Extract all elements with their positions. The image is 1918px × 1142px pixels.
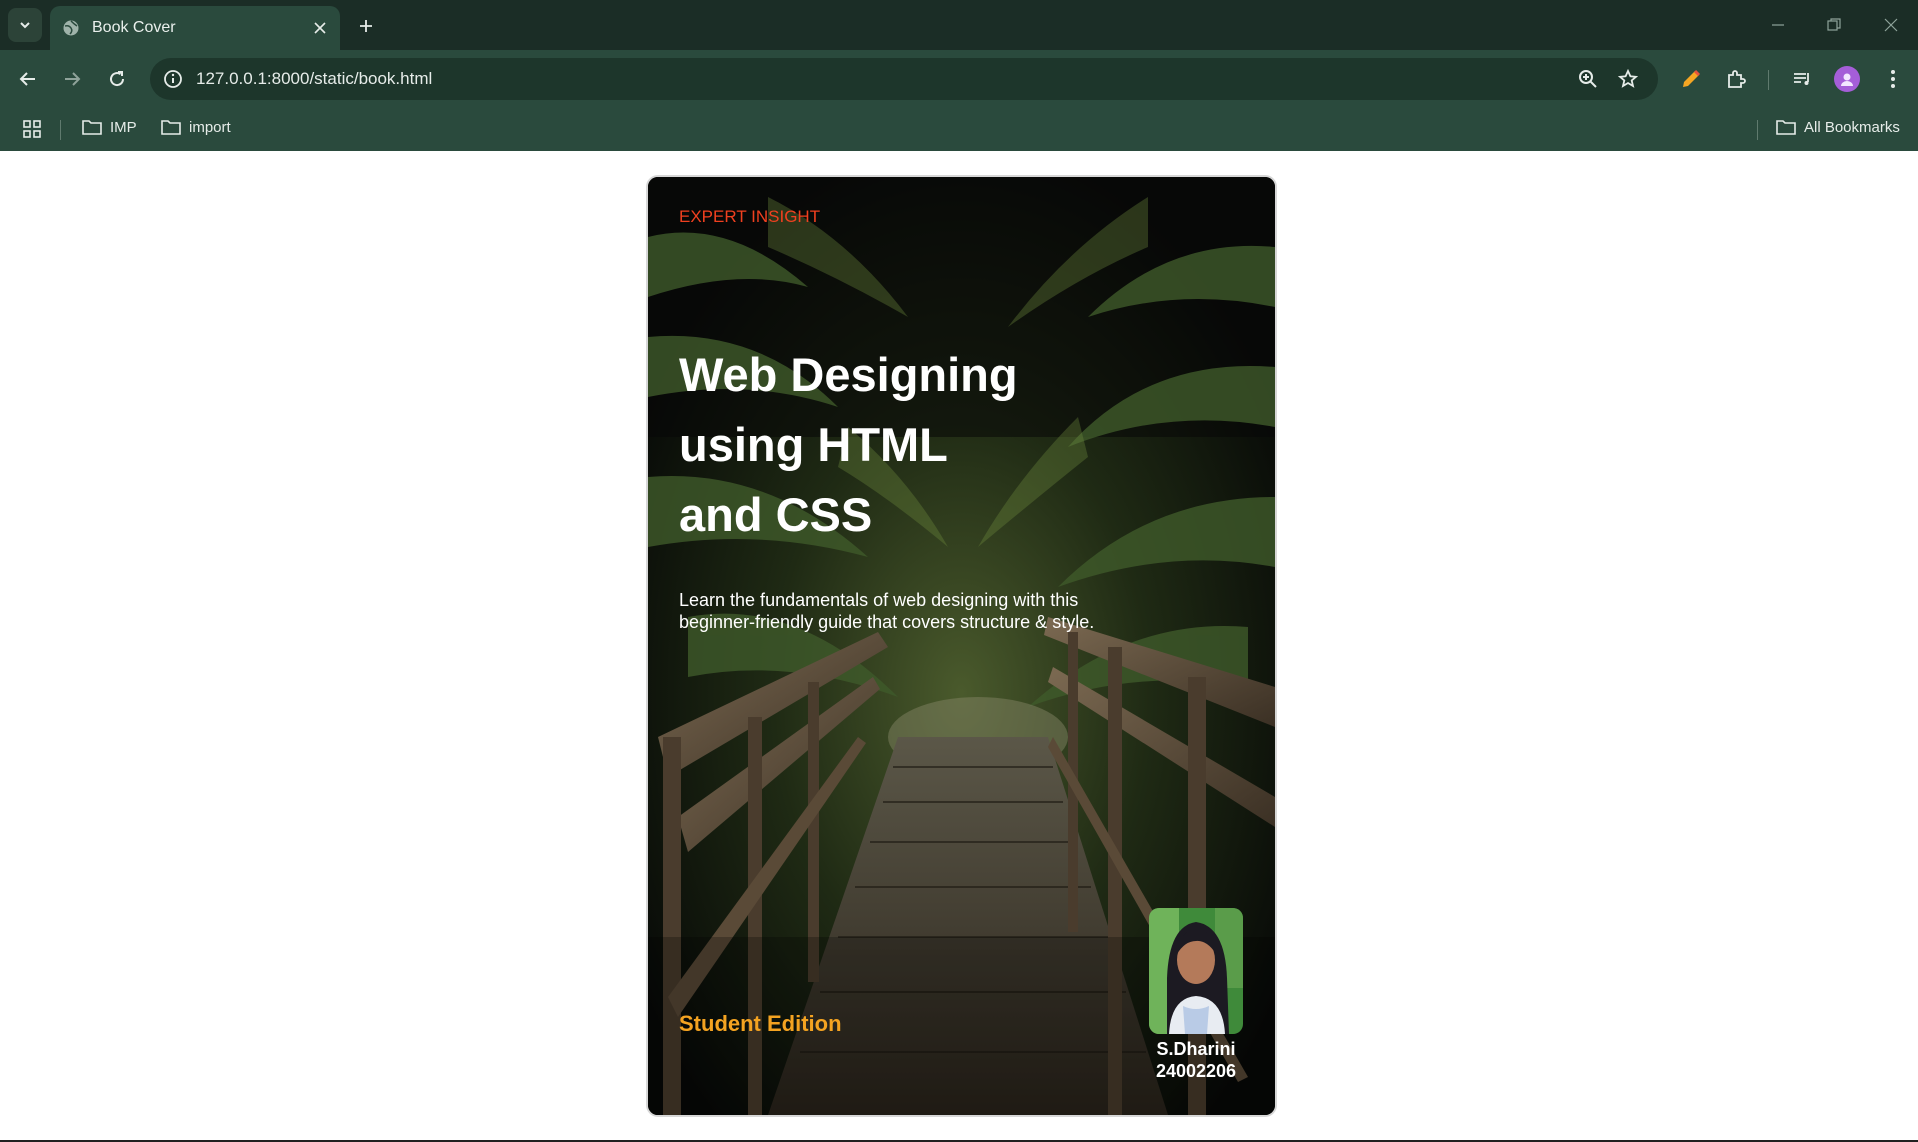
minimize-button[interactable]: [1758, 10, 1798, 40]
tab-search-button[interactable]: [8, 8, 42, 42]
arrow-left-icon: [19, 72, 35, 86]
reload-button[interactable]: [101, 63, 133, 95]
bookmarks-divider: [60, 120, 61, 140]
new-tab-button[interactable]: [352, 12, 380, 40]
edition-label: Student Edition: [679, 1011, 842, 1036]
folder-icon: [1776, 120, 1796, 135]
minimize-icon: [1772, 24, 1784, 26]
zoom-button[interactable]: [1572, 63, 1604, 95]
title-line: and CSS: [679, 488, 873, 541]
profile-button[interactable]: [1831, 63, 1863, 95]
forward-button[interactable]: [56, 63, 88, 95]
folder-icon: [82, 120, 102, 135]
playlist-icon: [1794, 73, 1809, 85]
url-text[interactable]: 127.0.0.1:8000/static/book.html: [196, 69, 1658, 89]
author-photo: [1149, 908, 1243, 1034]
close-window-button[interactable]: [1871, 10, 1911, 40]
menu-button[interactable]: [1877, 63, 1909, 95]
all-bookmarks-label: All Bookmarks: [1804, 118, 1900, 136]
portrait-image: [1149, 908, 1243, 1034]
bookmark-folder-import[interactable]: import: [161, 118, 231, 136]
description-line: beginner-friendly guide that covers stru…: [679, 612, 1095, 632]
apps-button[interactable]: [22, 119, 50, 139]
arrow-right-icon: [65, 72, 81, 86]
puzzle-icon: [1728, 70, 1746, 88]
info-icon[interactable]: [162, 68, 184, 90]
restore-icon: [1827, 18, 1841, 31]
book-cover: EXPERT INSIGHT Web Designing using HTML …: [646, 175, 1277, 1117]
series-label: EXPERT INSIGHT: [679, 207, 821, 226]
tab-title: Book Cover: [92, 19, 176, 36]
tab-strip: Book Cover: [0, 0, 1918, 50]
author-id: 24002206: [1155, 1061, 1237, 1081]
back-button[interactable]: [12, 63, 44, 95]
user-icon: [1841, 73, 1853, 86]
browser-chrome: Book Cover 127.0.0.1:8000/static/book.ht…: [0, 0, 1918, 151]
star-icon: [1618, 69, 1638, 88]
avatar: [1834, 66, 1860, 92]
bookmark-folder-imp[interactable]: IMP: [82, 118, 137, 136]
more-vertical-icon: [1891, 70, 1895, 88]
page-viewport: EXPERT INSIGHT Web Designing using HTML …: [0, 151, 1918, 1142]
title-line: Web Designing: [679, 348, 1018, 401]
active-tab[interactable]: Book Cover: [50, 6, 340, 50]
media-controls-button[interactable]: [1786, 63, 1818, 95]
close-icon: [1884, 18, 1898, 32]
bookmark-star-button[interactable]: [1612, 63, 1644, 95]
all-bookmarks-button[interactable]: All Bookmarks: [1776, 118, 1900, 136]
restore-button[interactable]: [1814, 10, 1854, 40]
book-description: Learn the fundamentals of web designing …: [679, 589, 1199, 633]
title-line: using HTML: [679, 418, 948, 471]
navigation-toolbar: 127.0.0.1:8000/static/book.html: [0, 50, 1918, 108]
toolbar-divider: [1768, 70, 1769, 90]
author-info: S.Dharini 24002206: [1128, 1038, 1264, 1082]
reload-icon: [110, 71, 125, 87]
extensions-button[interactable]: [1720, 63, 1752, 95]
close-tab-button[interactable]: [308, 16, 332, 40]
zoom-icon: [1579, 70, 1597, 88]
bookmark-label: IMP: [110, 118, 137, 136]
book-title: Web Designing using HTML and CSS: [679, 340, 1199, 550]
pencil-icon: [1683, 69, 1701, 87]
folder-icon: [161, 120, 181, 135]
bookmarks-bar: IMP import All Bookmarks: [0, 108, 1918, 151]
apps-grid-icon: [23, 120, 41, 138]
pencil-extension-button[interactable]: [1675, 63, 1707, 95]
address-bar[interactable]: 127.0.0.1:8000/static/book.html: [150, 58, 1658, 100]
description-line: Learn the fundamentals of web designing …: [679, 590, 1079, 610]
close-icon: [314, 22, 326, 34]
bookmark-label: import: [189, 118, 231, 136]
author-name: S.Dharini: [1156, 1039, 1236, 1059]
chevron-down-icon: [20, 22, 30, 29]
bookmarks-divider: [1757, 120, 1758, 140]
globe-icon: [63, 20, 79, 36]
plus-icon: [360, 20, 372, 32]
